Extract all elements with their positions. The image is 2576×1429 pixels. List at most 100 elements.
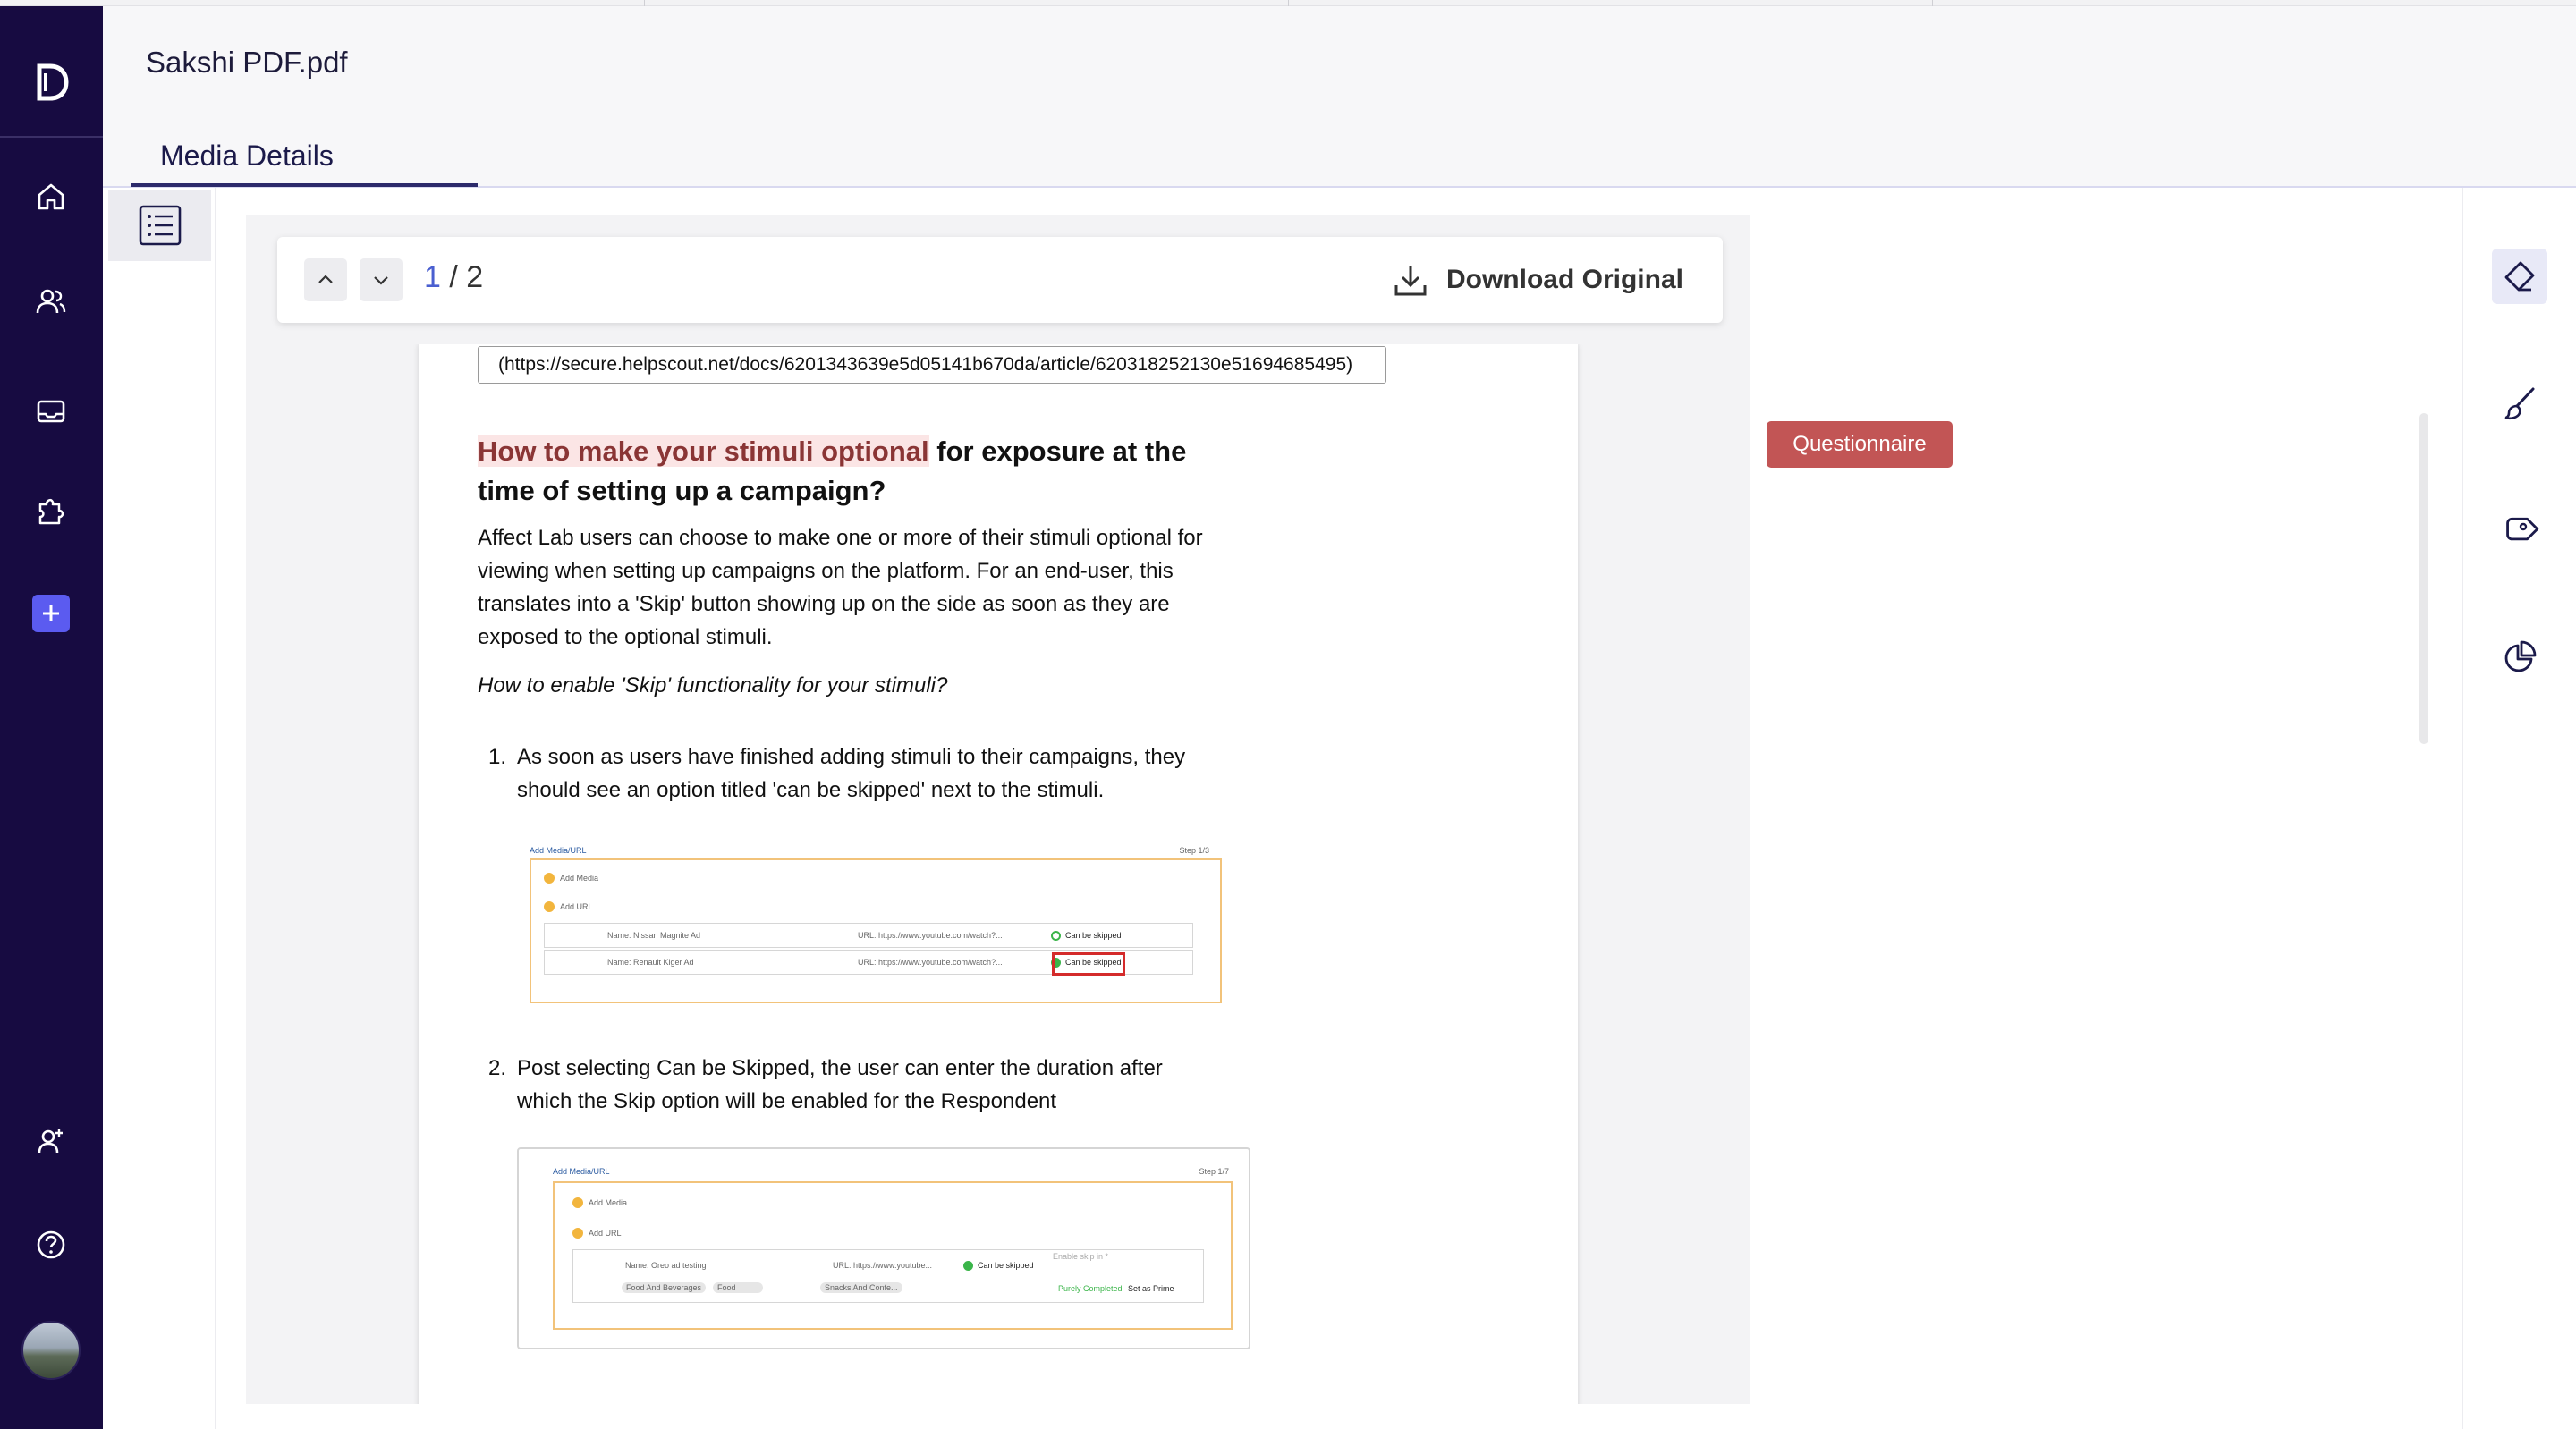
shot-add-url: Add URL: [560, 902, 593, 911]
download-icon: [1394, 266, 1427, 296]
paragraph-line: translates into a 'Skip' button showing …: [478, 592, 1170, 616]
shot-title: Add Media/URL: [530, 846, 587, 855]
check-icon: [963, 1261, 973, 1271]
inbox-icon: [37, 400, 65, 423]
heading-text-line2: time of setting up a campaign?: [478, 475, 886, 506]
nav-invite-user[interactable]: [25, 1115, 77, 1167]
step-dot: [544, 873, 555, 884]
left-navigation: [0, 6, 103, 1429]
embedded-screenshot-2: Add Media/URL Step 1/7 Add Media Add URL…: [517, 1147, 1250, 1349]
eraser-icon: [2504, 261, 2535, 292]
analytics-tool-button[interactable]: [2492, 630, 2547, 685]
paragraph-line: viewing when setting up campaigns on the…: [478, 559, 1174, 583]
highlight-box: [1052, 952, 1125, 976]
shot-add-url: Add URL: [589, 1229, 622, 1238]
app-logo[interactable]: [0, 33, 103, 131]
step-dot: [572, 1228, 583, 1239]
list-text: As soon as users have finished adding st…: [517, 745, 1186, 769]
pdf-viewer: 1 / 2 Download Original (https://secure.…: [246, 215, 1750, 1404]
outline-toggle-button[interactable]: [108, 190, 211, 261]
avatar[interactable]: [21, 1321, 80, 1380]
tag-tool-button[interactable]: [2492, 503, 2547, 558]
shot-row-url: URL: https://www.youtube.com/watch?...: [858, 958, 1003, 967]
shot-duration-label: Enable skip in *: [1053, 1252, 1109, 1261]
paragraph-line: Affect Lab users can choose to make one …: [478, 526, 1203, 550]
shot-step: Step 1/3: [1179, 846, 1209, 855]
list-number: 2.: [487, 1056, 506, 1080]
shot-row-name: Name: Nissan Magnite Ad: [607, 931, 701, 940]
shot-purpose: Purely Completed: [1058, 1284, 1123, 1293]
page-scroll-area[interactable]: (https://secure.helpscout.net/docs/62013…: [275, 344, 1724, 1404]
list-text: which the Skip option will be enabled fo…: [517, 1089, 1057, 1113]
nav-help[interactable]: [25, 1219, 77, 1271]
page-indicator: 1 / 2: [424, 260, 483, 295]
previous-page-button[interactable]: [304, 258, 347, 301]
shot-step: Step 1/7: [1199, 1167, 1229, 1176]
list-text: should see an option titled 'can be skip…: [517, 778, 1105, 802]
tab-media-details[interactable]: Media Details: [131, 124, 362, 187]
chevron-up-icon: [318, 275, 333, 283]
paragraph-line: exposed to the optional stimuli.: [478, 625, 773, 649]
article-url: (https://secure.helpscout.net/docs/62013…: [478, 346, 1386, 384]
current-page-number[interactable]: 1: [424, 260, 441, 294]
heading-text: for exposure at the: [928, 435, 1187, 467]
add-button[interactable]: [32, 595, 70, 632]
shot-add-media: Add Media: [560, 874, 599, 883]
intro-paragraph: Affect Lab users can choose to make one …: [478, 521, 1265, 654]
nav-inbox[interactable]: [25, 385, 77, 437]
users-icon: [36, 289, 66, 314]
subheading-question: How to enable 'Skip' functionality for y…: [478, 673, 948, 698]
step-dot: [572, 1197, 583, 1208]
shot-add-media: Add Media: [589, 1198, 628, 1207]
shot-row-url: URL: https://www.youtube.com/watch?...: [858, 931, 1003, 940]
right-tool-panel: [2462, 188, 2576, 1429]
check-icon: [1051, 931, 1061, 941]
eraser-tool-button[interactable]: [2492, 249, 2547, 304]
tag-icon: [2506, 517, 2539, 541]
logo-icon: [37, 63, 69, 101]
shot-row-name: Name: Oreo ad testing: [625, 1261, 707, 1270]
shot-row-option: Can be skipped: [978, 1261, 1034, 1270]
document-title: Sakshi PDF.pdf: [146, 46, 348, 79]
shot-row-url: URL: https://www.youtube...: [833, 1261, 933, 1270]
page-header: Sakshi PDF.pdf Media Details: [103, 6, 2576, 188]
download-original-button[interactable]: Download Original: [1391, 258, 1683, 301]
article-heading: How to make your stimuli optional for ex…: [478, 432, 1283, 511]
plus-icon: [43, 605, 59, 621]
highlighted-text[interactable]: How to make your stimuli optional: [478, 435, 929, 467]
list-item: 1. As soon as users have finished adding…: [478, 740, 1265, 807]
brush-tool-button[interactable]: [2492, 376, 2547, 431]
chevron-down-icon: [374, 276, 388, 285]
tag-list-scrollbar[interactable]: [2419, 413, 2428, 744]
shot-row-name: Name: Renault Kiger Ad: [607, 958, 694, 967]
outline-panel: [103, 188, 216, 1429]
invite-user-icon: [38, 1129, 63, 1154]
shot-tag: Snacks And Confe...: [820, 1282, 902, 1293]
active-tab-indicator: [131, 183, 478, 187]
pie-chart-icon: [2504, 640, 2537, 672]
shot-row-option: Can be skipped: [1065, 931, 1122, 940]
shot-row: Name: Oreo ad testing URL: https://www.y…: [572, 1249, 1204, 1303]
logo-divider: [0, 136, 103, 138]
nav-integrations[interactable]: [25, 486, 77, 537]
help-icon: [37, 1230, 65, 1259]
shot-tag: Food And Beverages: [622, 1282, 707, 1293]
total-pages: / 2: [449, 260, 484, 294]
next-page-button[interactable]: [360, 258, 402, 301]
questionnaire-badge[interactable]: Questionnaire: [1767, 421, 1953, 468]
viewer-toolbar: 1 / 2 Download Original: [277, 237, 1723, 323]
nav-home[interactable]: [25, 171, 77, 223]
tab-divider: [1932, 0, 1933, 6]
list-text: Post selecting Can be Skipped, the user …: [517, 1056, 1163, 1080]
download-label: Download Original: [1445, 265, 1683, 294]
list-icon: [139, 205, 181, 246]
list-item: 2. Post selecting Can be Skipped, the us…: [478, 1052, 1265, 1118]
tab-divider: [1288, 0, 1289, 6]
home-icon: [38, 183, 64, 210]
brush-icon: [2504, 387, 2535, 420]
shot-prime: Set as Prime: [1128, 1284, 1174, 1293]
embedded-screenshot-1: Add Media/URL Step 1/3 Add Media Add URL…: [521, 842, 1222, 1021]
pdf-page: (https://secure.helpscout.net/docs/62013…: [419, 344, 1578, 1404]
nav-users[interactable]: [25, 276, 77, 328]
shot-row: Name: Nissan Magnite Ad URL: https://www…: [544, 923, 1193, 948]
